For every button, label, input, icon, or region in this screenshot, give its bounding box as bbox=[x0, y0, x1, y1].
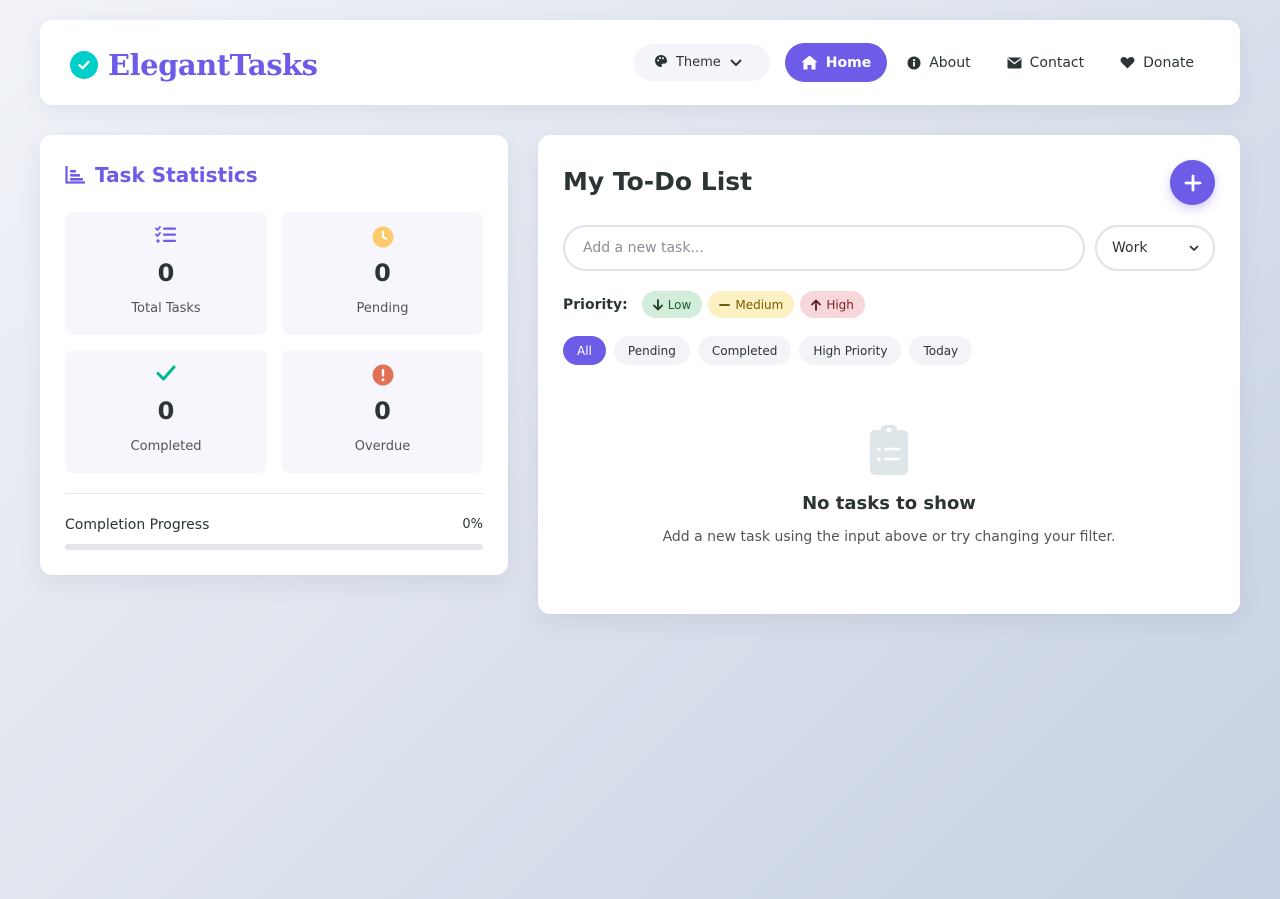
stat-pending: 0 Pending bbox=[282, 212, 483, 335]
chevron-down-icon bbox=[1189, 245, 1199, 252]
chevron-down-icon bbox=[730, 59, 750, 67]
priority-low-label: Low bbox=[667, 297, 692, 312]
clock-icon bbox=[282, 226, 483, 248]
stat-value: 0 bbox=[157, 397, 175, 425]
nav-about-link[interactable]: About bbox=[891, 43, 986, 82]
brand-logo[interactable]: ElegantTasks bbox=[70, 48, 318, 82]
stat-value: 0 bbox=[374, 397, 391, 425]
nav-home-label: Home bbox=[825, 54, 872, 71]
filter-today[interactable]: Today bbox=[909, 336, 973, 365]
stat-completed: 0 Completed bbox=[65, 350, 267, 473]
theme-label: Theme bbox=[675, 55, 721, 70]
info-icon bbox=[907, 56, 929, 70]
envelope-icon bbox=[1007, 57, 1030, 69]
nav-about-label: About bbox=[929, 54, 971, 71]
task-statistics-card: Task Statistics 0 Total Tasks 0 Pending … bbox=[40, 135, 508, 575]
stats-divider bbox=[65, 493, 483, 494]
nav-contact-label: Contact bbox=[1029, 54, 1085, 71]
add-task-button[interactable] bbox=[1170, 160, 1215, 205]
check-icon bbox=[65, 364, 267, 386]
priority-selector: Priority: Low Medium High bbox=[563, 291, 871, 318]
theme-dropdown-button[interactable]: Theme bbox=[633, 44, 770, 81]
stat-overdue: 0 Overdue bbox=[282, 350, 483, 473]
category-selected-value: Work bbox=[1112, 240, 1148, 256]
stat-label: Total Tasks bbox=[131, 301, 201, 316]
filter-tabs: All Pending Completed High Priority Toda… bbox=[563, 336, 980, 365]
priority-high-label: High bbox=[826, 297, 854, 312]
priority-medium-chip[interactable]: Medium bbox=[708, 291, 795, 318]
clipboard-list-icon bbox=[870, 425, 908, 479]
check-circle-icon bbox=[70, 51, 98, 79]
stat-total-tasks: 0 Total Tasks bbox=[65, 212, 267, 335]
empty-state-text: Add a new task using the input above or … bbox=[662, 529, 1116, 545]
stats-title: Task Statistics bbox=[95, 163, 258, 187]
filter-high-priority[interactable]: High Priority bbox=[799, 336, 902, 365]
stat-value: 0 bbox=[374, 259, 391, 287]
completion-progress-value: 0% bbox=[462, 517, 483, 532]
home-icon bbox=[801, 55, 826, 70]
chart-bar-icon bbox=[65, 166, 95, 184]
priority-label: Priority: bbox=[563, 296, 628, 313]
nav-contact-link[interactable]: Contact bbox=[991, 43, 1100, 82]
todo-list-card: My To-Do List Work Priority: Low Medium bbox=[538, 135, 1240, 614]
top-navbar: ElegantTasks Theme Home About Contact Do… bbox=[40, 20, 1240, 105]
minus-icon bbox=[719, 303, 735, 307]
completion-progress-label: Completion Progress bbox=[65, 517, 210, 533]
category-select[interactable]: Work bbox=[1095, 225, 1215, 271]
nav-home-link[interactable]: Home bbox=[784, 43, 888, 82]
priority-medium-label: Medium bbox=[735, 297, 784, 312]
filter-completed[interactable]: Completed bbox=[697, 336, 792, 365]
heart-icon bbox=[1120, 56, 1143, 69]
stat-label: Overdue bbox=[354, 439, 411, 454]
brand-name: ElegantTasks bbox=[108, 48, 318, 82]
new-task-input[interactable] bbox=[563, 225, 1085, 271]
empty-state-title: No tasks to show bbox=[802, 493, 976, 514]
list-check-icon bbox=[65, 226, 267, 248]
stat-label: Completed bbox=[130, 439, 202, 454]
priority-low-chip[interactable]: Low bbox=[641, 291, 703, 318]
arrow-down-icon bbox=[652, 298, 668, 311]
arrow-up-icon bbox=[811, 299, 826, 311]
completion-progress-bar bbox=[65, 544, 483, 550]
priority-high-chip[interactable]: High bbox=[800, 291, 865, 318]
palette-icon bbox=[654, 54, 676, 72]
stat-value: 0 bbox=[157, 259, 175, 287]
stats-heading: Task Statistics bbox=[65, 163, 258, 187]
todo-title: My To-Do List bbox=[563, 167, 753, 196]
exclamation-icon bbox=[282, 364, 483, 386]
nav-donate-link[interactable]: Donate bbox=[1104, 43, 1210, 82]
main-nav: Theme Home About Contact Donate bbox=[633, 43, 1210, 82]
filter-pending[interactable]: Pending bbox=[613, 336, 690, 365]
plus-icon bbox=[1184, 174, 1202, 192]
stat-label: Pending bbox=[356, 301, 409, 316]
nav-donate-label: Donate bbox=[1143, 54, 1194, 71]
filter-all[interactable]: All bbox=[563, 336, 606, 365]
